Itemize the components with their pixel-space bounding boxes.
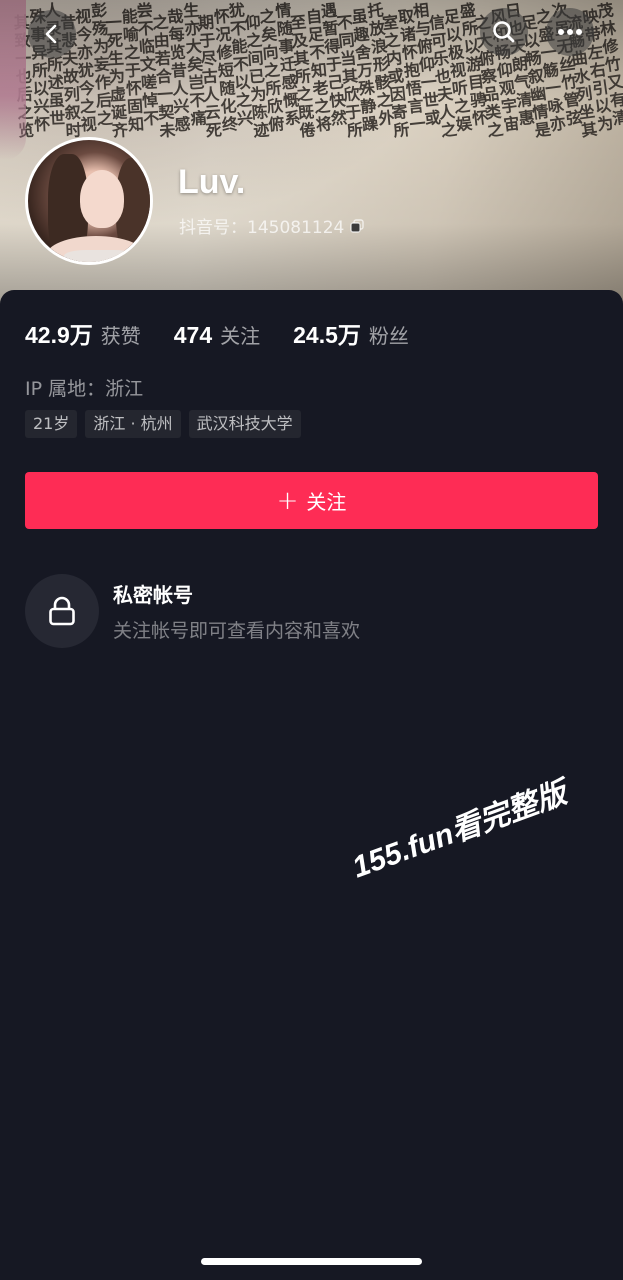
calligraphy-column: 仰之间已为陈迹 (240, 13, 270, 141)
tag-location: 浙江 · 杭州 (85, 410, 181, 438)
private-title: 私密帐号 (113, 583, 193, 607)
calligraphy-column: 至及其所之既倦 (286, 13, 317, 141)
more-button[interactable] (546, 8, 594, 56)
calligraphy-column: 自足不知老之将 (301, 7, 333, 135)
plus-icon: + (276, 485, 299, 516)
stat-value: 474 (173, 322, 213, 348)
tag-school[interactable]: 武汉科技大学 (188, 410, 301, 438)
username: Luv. (178, 163, 246, 201)
calligraphy-column: 生亦大矣岂不痛 (179, 1, 207, 129)
calligraphy-column: 彭殇为妄作后之 (87, 1, 113, 129)
follow-button[interactable]: + 关注 (25, 472, 598, 529)
calligraphy-column: 能喻之于怀固知 (117, 7, 145, 135)
private-account-notice: 私密帐号 关注帐号即可查看内容和喜欢 (25, 574, 360, 648)
stat-label: 粉丝 (368, 324, 409, 348)
calligraphy-column: 期于尽古人云死 (194, 13, 223, 141)
calligraphy-column: 取诸怀抱悟言一 (393, 7, 427, 135)
stat-followers[interactable]: 24.5万 粉丝 (293, 316, 409, 350)
stat-label: 获赞 (100, 324, 141, 348)
calligraphy-column: 信可乐也夫人之 (424, 13, 458, 141)
calligraphy-column: 遇暂得于己快然 (317, 1, 348, 129)
stat-label: 关注 (220, 324, 261, 348)
avatar[interactable] (25, 137, 153, 265)
profile-tags: 21岁 浙江 · 杭州 武汉科技大学 (25, 410, 301, 438)
stat-value: 24.5万 (293, 322, 361, 348)
calligraphy-column: 室之内或因寄所 (378, 13, 411, 141)
calligraphy-column: 相与俯仰一世或 (409, 1, 442, 129)
douyin-id[interactable]: 抖音号：145081124 (179, 213, 365, 238)
calligraphy-column: 犹不能不以之兴 (225, 1, 254, 129)
calligraphy-column: 不同当其欣于所 (332, 13, 364, 141)
private-subtitle: 关注帐号即可查看内容和喜欢 (113, 620, 361, 642)
calligraphy-column: 足以极视听之娱 (439, 7, 474, 135)
search-button[interactable] (480, 8, 528, 56)
douyin-id-text: 抖音号：145081124 (179, 218, 345, 238)
calligraphy-column: 虽趣舍万殊静躁 (347, 7, 380, 135)
calligraphy-column: 一死生为虚诞齐 (102, 13, 129, 141)
lock-icon (49, 596, 75, 626)
stat-value: 42.9万 (25, 322, 93, 348)
chevron-left-icon (45, 24, 57, 44)
more-dots-icon (558, 29, 582, 35)
calligraphy-column: 怀况修短随化终 (209, 7, 239, 135)
back-button[interactable] (28, 10, 76, 58)
calligraphy-column: 之矣向之所欣俯 (255, 7, 286, 135)
stat-likes[interactable]: 42.9万 获赞 (25, 316, 141, 350)
lock-icon-container (25, 574, 99, 648)
cover-edge-decoration (0, 0, 26, 160)
search-icon (493, 21, 515, 43)
calligraphy-column: 尝不临文嗟悼不 (133, 1, 160, 129)
calligraphy-column: 哉每览昔人兴感 (163, 7, 192, 135)
calligraphy-column: 情随事迁感慨系 (271, 1, 301, 129)
calligraphy-column: 托放浪形骸之外 (363, 1, 395, 129)
follow-button-label: 关注 (306, 490, 347, 514)
tag-age: 21岁 (25, 410, 78, 438)
calligraphy-column: 茂林修竹又有清 (593, 1, 623, 129)
ip-location: IP 属地：浙江 (25, 378, 144, 400)
stats-row: 42.9万 获赞 474 关注 24.5万 粉丝 (25, 316, 442, 350)
copy-icon[interactable] (350, 218, 365, 233)
stat-following[interactable]: 474 关注 (174, 320, 260, 349)
home-indicator[interactable] (201, 1258, 422, 1265)
calligraphy-column: 之由若合一契未 (148, 13, 176, 141)
